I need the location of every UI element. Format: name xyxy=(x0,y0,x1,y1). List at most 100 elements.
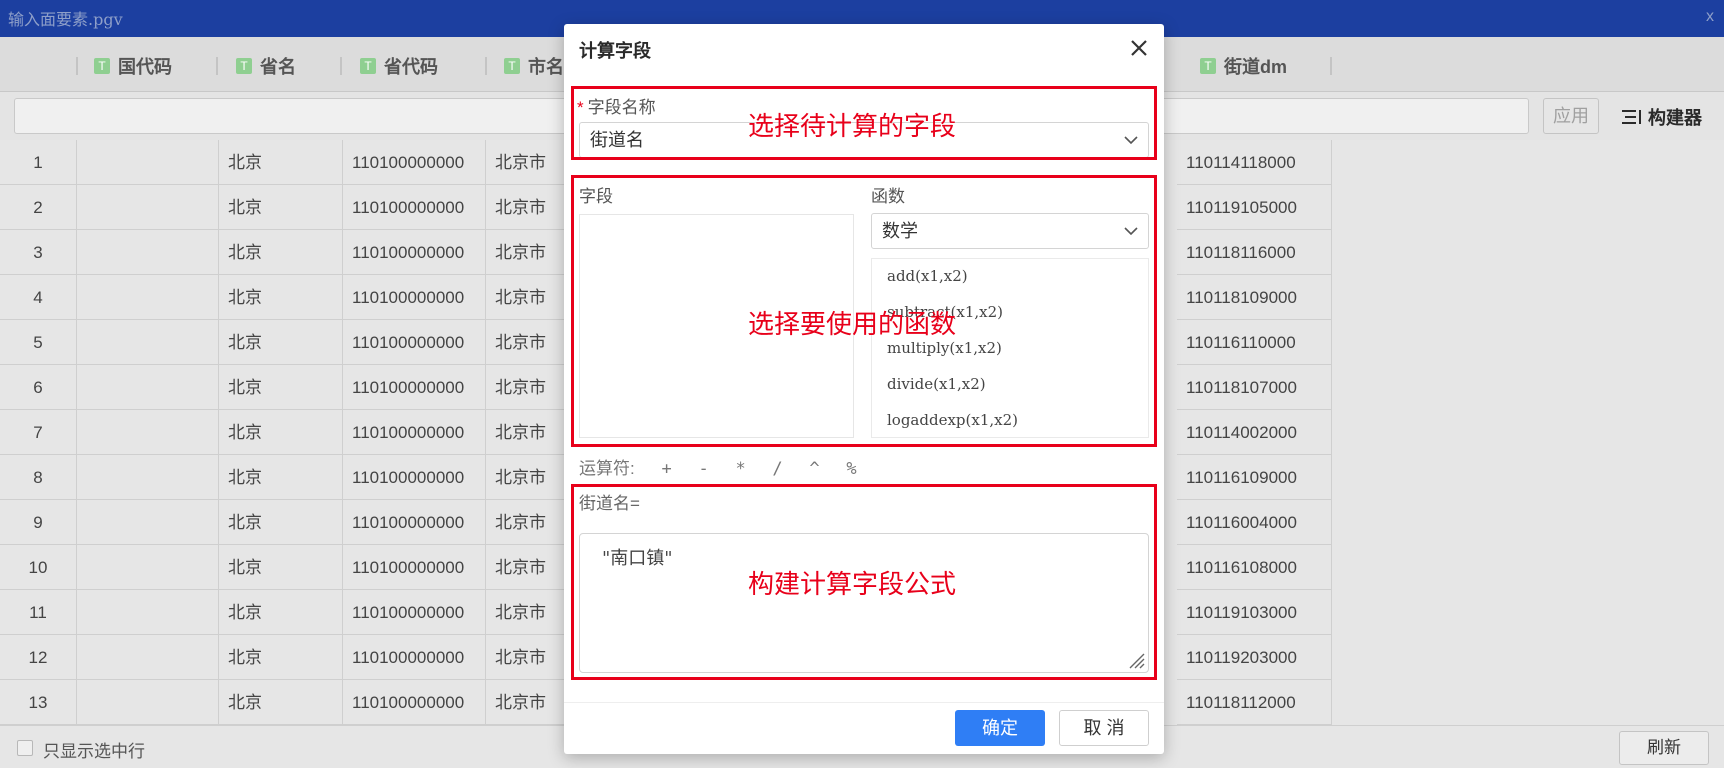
cell-index: 10 xyxy=(0,545,77,590)
cell-province-code: 110100000000 xyxy=(343,500,486,545)
cell-country-code xyxy=(77,680,219,725)
cell-city: 北京市 xyxy=(486,140,566,185)
annotation-build-formula: 构建计算字段公式 xyxy=(748,570,957,600)
cell-province: 北京 xyxy=(219,500,343,545)
operators-label: 运算符: xyxy=(579,459,635,478)
column-header-street-code[interactable]: T 街道dm xyxy=(1200,54,1287,78)
ok-button[interactable]: 确定 xyxy=(955,710,1045,746)
cell-city: 北京市 xyxy=(486,455,566,500)
builder-button[interactable]: 构建器 xyxy=(1622,104,1702,130)
cell-city: 北京市 xyxy=(486,275,566,320)
column-header-province-code[interactable]: T 省代码 xyxy=(360,54,438,78)
cell-province-code: 110100000000 xyxy=(343,365,486,410)
cell-province-code: 110100000000 xyxy=(343,230,486,275)
cell-city: 北京市 xyxy=(486,590,566,635)
operator-power[interactable]: ^ xyxy=(809,459,819,479)
column-separator xyxy=(216,57,218,75)
cell-province-code: 110100000000 xyxy=(343,140,486,185)
annotation-select-function: 选择要使用的函数 xyxy=(748,310,957,340)
cell-city: 北京市 xyxy=(486,680,566,725)
cell-province: 北京 xyxy=(219,455,343,500)
cell-province-code: 110100000000 xyxy=(343,680,486,725)
cell-index: 4 xyxy=(0,275,77,320)
cell-country-code xyxy=(77,635,219,680)
apply-button[interactable]: 应用 xyxy=(1543,98,1599,134)
cell-country-code xyxy=(77,185,219,230)
refresh-button[interactable]: 刷新 xyxy=(1619,731,1709,765)
column-header-province[interactable]: T 省名 xyxy=(236,54,296,78)
cell-country-code xyxy=(77,455,219,500)
operator-modulo[interactable]: % xyxy=(846,459,856,479)
column-header-label: 街道dm xyxy=(1224,57,1287,77)
cell-street-code: 110118109000 xyxy=(1177,275,1332,320)
column-header-label: 省代码 xyxy=(384,57,438,77)
cell-province-code: 110100000000 xyxy=(343,320,486,365)
cell-index: 1 xyxy=(0,140,77,185)
column-header-label: 市名 xyxy=(528,57,564,77)
dialog-title: 计算字段 xyxy=(579,41,651,61)
cell-city: 北京市 xyxy=(486,545,566,590)
operator-multiply[interactable]: * xyxy=(735,459,745,479)
cell-province: 北京 xyxy=(219,680,343,725)
column-separator xyxy=(1330,57,1332,75)
cell-street-code: 110116109000 xyxy=(1177,455,1332,500)
only-selected-label: 只显示选中行 xyxy=(43,742,145,761)
cell-province-code: 110100000000 xyxy=(343,275,486,320)
column-separator xyxy=(485,57,487,75)
operator-minus[interactable]: - xyxy=(698,459,708,479)
cell-country-code xyxy=(77,365,219,410)
cell-street-code: 110118112000 xyxy=(1177,680,1332,725)
cell-country-code xyxy=(77,500,219,545)
cell-province: 北京 xyxy=(219,635,343,680)
cell-street-code: 110116108000 xyxy=(1177,545,1332,590)
column-header-label: 省名 xyxy=(260,57,296,77)
cell-province: 北京 xyxy=(219,410,343,455)
cell-province-code: 110100000000 xyxy=(343,410,486,455)
cell-index: 5 xyxy=(0,320,77,365)
column-header-label: 国代码 xyxy=(118,57,172,77)
window-close-icon[interactable]: x xyxy=(1706,8,1714,26)
cell-index: 9 xyxy=(0,500,77,545)
cell-province-code: 110100000000 xyxy=(343,545,486,590)
cell-province: 北京 xyxy=(219,230,343,275)
cell-street-code: 110119103000 xyxy=(1177,590,1332,635)
cell-street-code: 110114002000 xyxy=(1177,410,1332,455)
cell-city: 北京市 xyxy=(486,635,566,680)
column-header-country-code[interactable]: T 国代码 xyxy=(94,54,172,78)
cell-index: 7 xyxy=(0,410,77,455)
cell-index: 6 xyxy=(0,365,77,410)
dialog-footer-divider xyxy=(564,702,1164,703)
cell-country-code xyxy=(77,545,219,590)
cell-province: 北京 xyxy=(219,185,343,230)
cell-index: 12 xyxy=(0,635,77,680)
cancel-button[interactable]: 取 消 xyxy=(1059,710,1149,746)
column-separator xyxy=(340,57,342,75)
cell-province: 北京 xyxy=(219,545,343,590)
cell-street-code: 110118116000 xyxy=(1177,230,1332,275)
cell-province-code: 110100000000 xyxy=(343,590,486,635)
cell-city: 北京市 xyxy=(486,410,566,455)
cell-country-code xyxy=(77,320,219,365)
cell-province-code: 110100000000 xyxy=(343,185,486,230)
cell-street-code: 110116110000 xyxy=(1177,320,1332,365)
builder-label: 构建器 xyxy=(1648,108,1702,128)
cell-city: 北京市 xyxy=(486,320,566,365)
cell-province: 北京 xyxy=(219,275,343,320)
close-icon[interactable] xyxy=(1129,38,1149,58)
cell-city: 北京市 xyxy=(486,500,566,545)
cell-index: 3 xyxy=(0,230,77,275)
annotation-select-field: 选择待计算的字段 xyxy=(748,112,957,142)
column-header-city[interactable]: T 市名 xyxy=(504,54,564,78)
cell-country-code xyxy=(77,275,219,320)
cell-province-code: 110100000000 xyxy=(343,455,486,500)
cell-index: 11 xyxy=(0,590,77,635)
operator-bar: 运算符: + - * / ^ % xyxy=(579,454,879,479)
cell-country-code xyxy=(77,230,219,275)
cell-street-code: 110116004000 xyxy=(1177,500,1332,545)
cell-street-code: 110119203000 xyxy=(1177,635,1332,680)
text-type-icon: T xyxy=(94,58,110,74)
operator-divide[interactable]: / xyxy=(772,459,782,479)
operator-plus[interactable]: + xyxy=(661,459,671,479)
only-selected-checkbox[interactable] xyxy=(17,740,33,756)
cell-index: 13 xyxy=(0,680,77,725)
